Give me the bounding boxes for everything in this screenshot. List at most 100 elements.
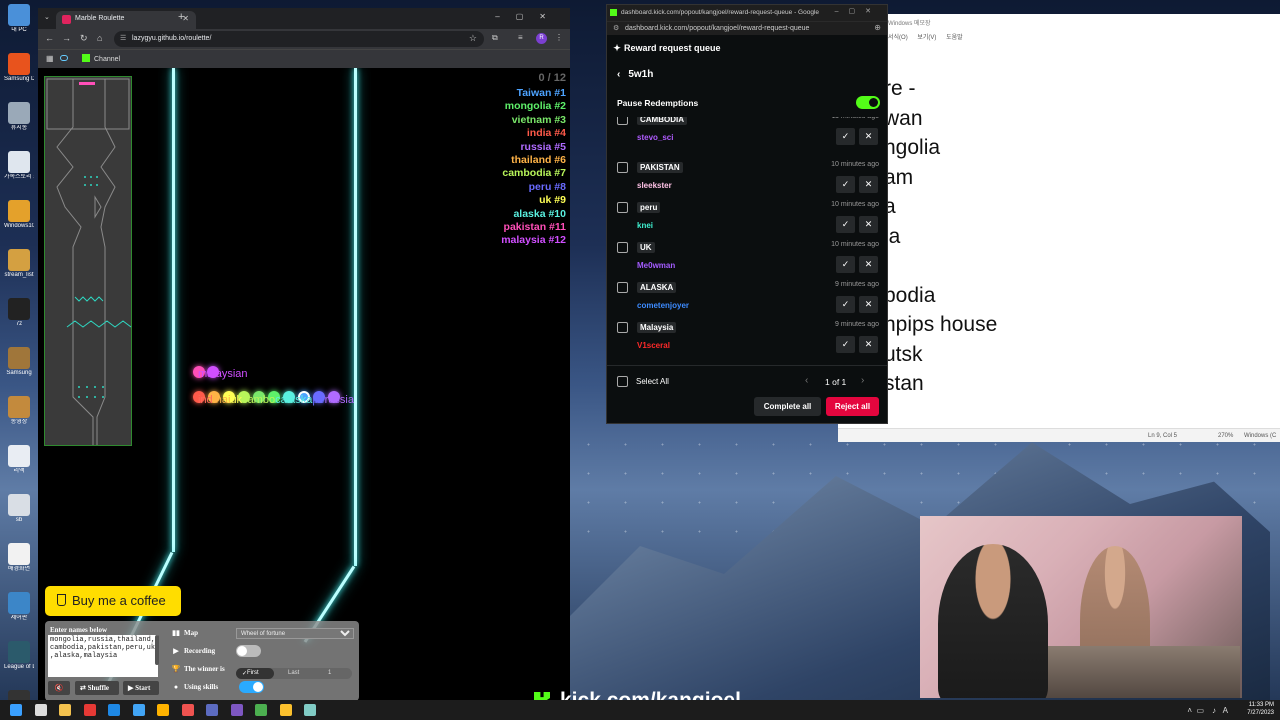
request-checkbox[interactable] xyxy=(617,162,628,173)
desktop-icon[interactable]: 배경화면 xyxy=(4,543,34,573)
reject-x-icon[interactable]: ✕ xyxy=(859,176,878,193)
buy-coffee-button[interactable]: Buy me a coffee xyxy=(45,586,181,616)
taskbar-app1-icon[interactable] xyxy=(83,704,96,716)
request-username[interactable]: cometenjoyer xyxy=(637,301,689,310)
desktop-icon[interactable]: Windows10 xyxy=(4,200,34,230)
mute-button[interactable]: 🔇 xyxy=(48,681,70,695)
taskbar-app3-icon[interactable] xyxy=(132,704,145,716)
notepad-menu-format[interactable]: 서식(O) xyxy=(888,35,908,41)
taskbar-app5-icon[interactable] xyxy=(181,704,194,716)
winner-last-value[interactable]: 1 xyxy=(328,670,331,676)
taskbar-search-icon[interactable] xyxy=(34,704,47,716)
next-page-icon[interactable]: › xyxy=(861,375,864,386)
taskbar-chrome-icon[interactable] xyxy=(255,704,267,716)
accept-check-icon[interactable]: ✓ xyxy=(836,296,855,313)
reject-x-icon[interactable]: ✕ xyxy=(859,216,878,233)
request-checkbox[interactable] xyxy=(617,117,628,125)
taskbar-app4-icon[interactable] xyxy=(157,704,169,716)
accept-check-icon[interactable]: ✓ xyxy=(836,256,855,273)
reject-x-icon[interactable]: ✕ xyxy=(859,296,878,313)
shuffle-button[interactable]: ⇄ Shuffle xyxy=(75,681,119,695)
request-username[interactable]: knei xyxy=(637,221,653,230)
tray-chevron-icon[interactable]: ˄ xyxy=(1187,706,1192,715)
tab-search-icon[interactable]: ⌄ xyxy=(44,13,50,21)
bookmark-channel[interactable]: Channel xyxy=(82,54,120,63)
address-bar[interactable]: ☰ lazygyu.github.io/roulette/ ☆ xyxy=(114,31,484,47)
winner-first-option[interactable]: ✓ First xyxy=(236,668,274,679)
reject-all-button[interactable]: Reject all xyxy=(826,397,879,416)
taskbar-app8-icon[interactable] xyxy=(304,704,316,716)
taskbar-windows-icon[interactable] xyxy=(10,704,22,716)
network-icon[interactable]: ▭ xyxy=(1196,706,1204,715)
request-username[interactable]: V1sceral xyxy=(637,341,670,350)
accept-check-icon[interactable]: ✓ xyxy=(836,216,855,233)
request-row[interactable]: UK 10 minutes ago Me0wman ✓ ✕ xyxy=(607,239,887,279)
request-checkbox[interactable] xyxy=(617,282,628,293)
request-list[interactable]: CAMBODIA11 minutes agostevo_sci✓✕PAKISTA… xyxy=(607,117,887,363)
window-controls[interactable]: –▢✕ xyxy=(495,12,562,21)
kick-window-controls[interactable]: –▢✕ xyxy=(835,7,881,15)
reward-back-button[interactable]: ‹ 5w1h xyxy=(617,69,653,80)
reject-x-icon[interactable]: ✕ xyxy=(859,128,878,145)
zoom-icon[interactable]: ⊕ xyxy=(874,23,881,32)
start-button[interactable]: ▶ Start xyxy=(123,681,159,695)
language-icon[interactable]: A xyxy=(1223,706,1228,715)
request-checkbox[interactable] xyxy=(617,202,628,213)
map-select[interactable]: Wheel of fortune xyxy=(236,628,354,639)
profile-avatar[interactable]: R xyxy=(536,33,547,44)
taskbar-app6-icon[interactable] xyxy=(206,704,218,716)
bookmark-link-icon[interactable] xyxy=(60,55,68,61)
site-info-icon[interactable]: ☰ xyxy=(120,34,126,42)
notepad-text[interactable]: re - wan ngolia am a ia bodia npips house utsk st… xyxy=(884,74,997,399)
accept-check-icon[interactable]: ✓ xyxy=(836,176,855,193)
tab-marble-roulette[interactable]: Marble Roulette ✕ xyxy=(56,11,196,29)
forward-icon[interactable]: → xyxy=(62,33,71,43)
request-username[interactable]: Me0wman xyxy=(637,261,675,270)
pause-redemptions-toggle[interactable] xyxy=(856,96,880,109)
complete-all-button[interactable]: Complete all xyxy=(754,397,821,416)
notepad-menu-view[interactable]: 보기(V) xyxy=(917,35,936,41)
extensions-icon[interactable]: ⧉ xyxy=(492,33,498,43)
request-row[interactable]: PAKISTAN 10 minutes ago sleekster ✓ ✕ xyxy=(607,159,887,199)
reject-x-icon[interactable]: ✕ xyxy=(859,336,878,353)
skills-toggle[interactable] xyxy=(239,681,264,693)
marble-roulette-canvas[interactable]: 0 / 12 Taiwan #1 mongolia #2 vietnam #3 ind… xyxy=(38,68,570,700)
accept-check-icon[interactable]: ✓ xyxy=(836,336,855,353)
new-tab-icon[interactable]: + xyxy=(178,11,184,23)
taskbar-app2-icon[interactable] xyxy=(108,704,120,716)
taskbar-chrome2-icon[interactable] xyxy=(279,704,292,716)
desktop-icon[interactable]: Samsung DeX xyxy=(4,53,34,83)
desktop-icon[interactable]: 제어판 xyxy=(4,592,34,622)
volume-icon[interactable]: ♪ xyxy=(1212,706,1216,715)
home-icon[interactable]: ⌂ xyxy=(97,33,102,43)
taskbar-files-icon[interactable] xyxy=(59,704,71,716)
desktop-icon[interactable]: 리액 xyxy=(4,445,34,475)
media-icon[interactable]: ≡ xyxy=(518,33,523,42)
winner-last-option[interactable]: Last xyxy=(288,670,299,676)
reload-icon[interactable]: ↻ xyxy=(80,33,88,44)
menu-icon[interactable]: ⋮ xyxy=(555,33,563,42)
desktop-icon[interactable]: Samsung xyxy=(4,347,34,377)
taskbar-clock[interactable]: 11:33 PM 7/27/2023 xyxy=(1247,702,1274,717)
select-all-checkbox[interactable] xyxy=(617,376,628,387)
desktop-icon[interactable]: 내 PC xyxy=(4,4,34,34)
accept-check-icon[interactable]: ✓ xyxy=(836,128,855,145)
bookmark-star-icon[interactable]: ☆ xyxy=(469,33,477,44)
notepad-menu-help[interactable]: 도움말 xyxy=(946,35,963,41)
site-info-icon[interactable]: ⚙ xyxy=(613,24,619,32)
request-username[interactable]: sleekster xyxy=(637,181,672,190)
desktop-icon[interactable]: stream_list xyxy=(4,249,34,279)
apps-grid-icon[interactable]: ▦ xyxy=(46,54,54,63)
desktop-icon[interactable]: 동영상 xyxy=(4,396,34,426)
reject-x-icon[interactable]: ✕ xyxy=(859,256,878,273)
names-scrollbar[interactable] xyxy=(155,635,159,665)
desktop-icon[interactable]: sb xyxy=(4,494,34,524)
request-row[interactable]: Malaysia 9 minutes ago V1sceral ✓ ✕ xyxy=(607,319,887,359)
desktop-icon[interactable]: 가족스토리 조이 txt xyxy=(4,151,34,181)
recording-toggle[interactable] xyxy=(236,645,261,657)
desktop-icon[interactable]: 7z xyxy=(4,298,34,328)
request-username[interactable]: stevo_sci xyxy=(637,133,673,142)
names-input[interactable]: mongolia,russia,thailand,cambodia,pakist… xyxy=(48,635,158,677)
desktop-icon[interactable]: 휴지통 xyxy=(4,102,34,132)
taskbar-app7-icon[interactable] xyxy=(230,704,243,716)
